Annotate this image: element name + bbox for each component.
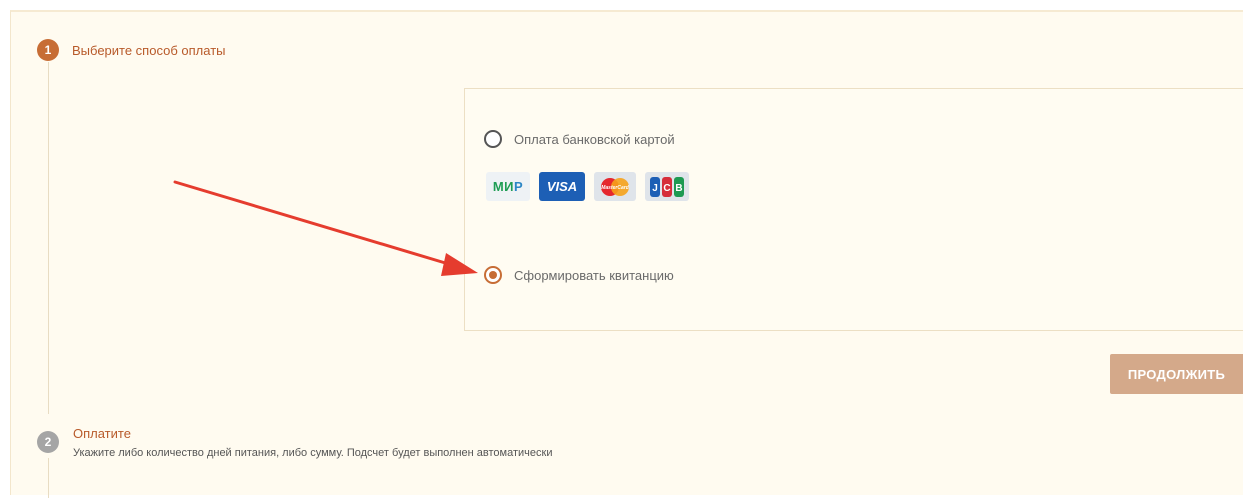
jcb-letter-c: C [663,183,670,194]
step-connector-line-bottom [48,458,49,498]
step-2-title: Оплатите [73,426,131,441]
visa-logo: VISA [539,172,585,201]
mastercard-logo-icon: MasterCard [601,177,630,196]
option-bank-card[interactable]: Оплата банковской картой [484,130,675,148]
step-connector-line [48,62,49,414]
card-logos: МИ Р VISA MasterCard J C B [486,172,689,201]
mir-logo: МИ Р [486,172,530,201]
mir-logo-text: МИ [492,179,514,194]
step-2-badge: 2 [37,431,59,453]
step-2-description: Укажите либо количество дней питания, ли… [73,447,553,459]
step-1-badge: 1 [37,39,59,61]
jcb-letter-b: B [675,183,682,194]
step-1-title: Выберите способ оплаты [72,43,226,58]
mir-logo-text-suffix: Р [514,179,524,194]
option-receipt[interactable]: Сформировать квитанцию [484,266,674,284]
payment-options-box [464,88,1243,331]
bank-card-radio[interactable] [484,130,502,148]
mastercard-logo: MasterCard [594,172,636,201]
jcb-logo: J C B [645,172,689,201]
receipt-radio[interactable] [484,266,502,284]
mastercard-logo-text: MasterCard [601,185,629,191]
jcb-logo-icon: J C B [650,176,684,197]
bank-card-label: Оплата банковской картой [514,131,675,147]
receipt-label: Сформировать квитанцию [514,267,674,283]
continue-button[interactable]: ПРОДОЛЖИТЬ [1110,354,1243,394]
jcb-letter-j: J [652,183,658,194]
